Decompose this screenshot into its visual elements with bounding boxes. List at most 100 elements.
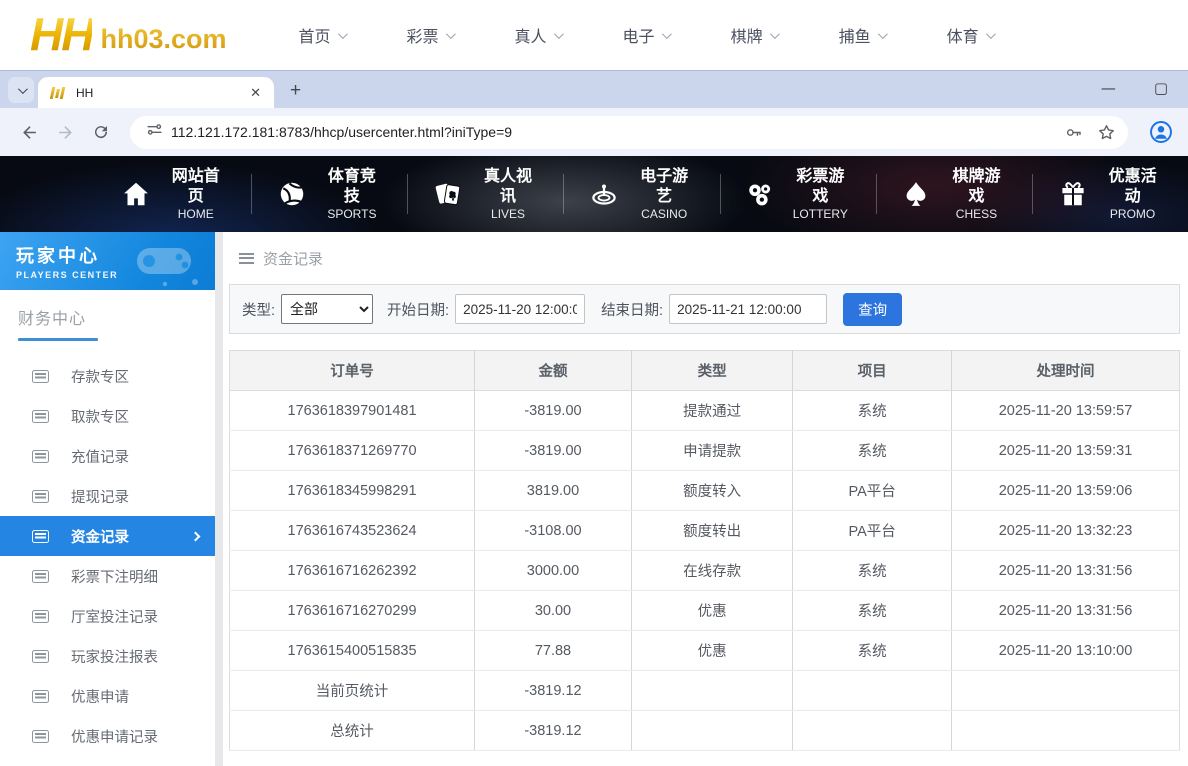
tab-search-button[interactable] (8, 77, 34, 103)
players-center-header: 玩家中心 PLAYERS CENTER (0, 232, 215, 290)
hero-nav-item[interactable]: 彩票游戏 LOTTERY (719, 168, 876, 221)
spade-icon (901, 178, 932, 210)
browser-toolbar: 112.121.172.181:8783/hhcp/usercenter.htm… (0, 108, 1188, 156)
bookmark-star-icon[interactable] (1097, 123, 1116, 142)
table-header-cell: 类型 (631, 350, 794, 391)
sidebar-menu-item[interactable]: 彩票下注明细 (0, 556, 215, 596)
amount-cell: -3819.12 (474, 710, 632, 751)
window-minimize-button[interactable]: — (1101, 79, 1116, 97)
sidebar-menu-item[interactable]: 提现记录 (0, 476, 215, 516)
sidebar-menu-item[interactable]: 资金记录 (0, 516, 215, 556)
hero-nav-item[interactable]: 网站首页 HOME (96, 168, 251, 221)
url-bar[interactable]: 112.121.172.181:8783/hhcp/usercenter.htm… (130, 115, 1128, 149)
gamepad-decoration-icon (137, 248, 198, 287)
roulette-icon (588, 178, 619, 210)
sidebar-menu-item[interactable]: 玩家投注报表 (0, 636, 215, 676)
table-row: 1763618397901481 -3819.00 提款通过 系统 2025-1… (229, 390, 1180, 431)
type-cell: 优惠 (631, 630, 794, 671)
tab-title: HH (76, 85, 94, 100)
chevron-right-icon (190, 531, 201, 541)
end-date-label: 结束日期: (601, 302, 664, 319)
hero-nav-item[interactable]: 棋牌游戏 CHESS (875, 168, 1032, 221)
top-nav-item-label: 首页 (298, 29, 331, 46)
logo-hh-text: HH (30, 8, 94, 61)
chevron-down-icon (769, 28, 780, 39)
item-cell (792, 710, 952, 751)
home-icon (120, 178, 151, 210)
window-controls: — ▢ (1101, 71, 1168, 105)
top-nav-item[interactable]: 体育 (946, 23, 996, 47)
top-nav-item-label: 体育 (946, 29, 979, 46)
player-bet-report-icon (32, 649, 49, 663)
new-tab-button[interactable]: + (284, 80, 307, 102)
item-cell: 系统 (792, 630, 952, 671)
order-number-cell: 当前页统计 (229, 670, 476, 711)
amount-cell: 77.88 (474, 630, 632, 671)
end-date-input[interactable] (669, 294, 828, 324)
top-nav-item[interactable]: 棋牌 (731, 23, 780, 47)
table-header-cell: 订单号 (229, 350, 476, 391)
top-nav-item[interactable]: 电子 (623, 23, 672, 47)
forward-button[interactable] (50, 117, 80, 147)
room-bet-record-icon (32, 609, 49, 623)
refresh-button[interactable] (86, 117, 116, 147)
funds-record-table: 订单号 金额 类型 项目 处理时间 1763618397901481 -3819.00 … (229, 350, 1180, 751)
sidebar-menu-item[interactable]: 充值记录 (0, 436, 215, 476)
sidebar-menu-item[interactable]: 取款专区 (0, 396, 215, 436)
back-button[interactable] (14, 117, 44, 147)
password-key-icon[interactable] (1064, 123, 1083, 142)
sidebar-menu-item[interactable]: 存款专区 (0, 356, 215, 396)
url-text[interactable]: 112.121.172.181:8783/hhcp/usercenter.htm… (171, 124, 1050, 140)
sidebar-menu-item[interactable]: 优惠申请记录 (0, 716, 215, 756)
funds-record-icon (32, 529, 49, 543)
chevron-down-icon (553, 28, 564, 39)
top-nav-item[interactable]: 真人 (515, 23, 564, 47)
search-button[interactable]: 查询 (843, 292, 903, 326)
sidebar-menu: 存款专区 取款专区 充值记录 提现记录 资金记录 彩票下注明细 厅室投注记录 玩… (0, 351, 215, 756)
hero-nav-label-zh: 网站首页 (171, 167, 220, 205)
table-row: 1763616716262392 3000.00 在线存款 系统 2025-11… (229, 550, 1180, 591)
content-scrollbar-gutter[interactable] (215, 232, 223, 766)
chevron-down-icon (877, 28, 888, 39)
chevron-down-icon (985, 28, 996, 39)
hero-nav-item[interactable]: 优惠活动 PROMO (1031, 168, 1188, 221)
browser-tab[interactable]: HH ✕ (38, 77, 274, 108)
order-number-cell: 1763618371269770 (229, 430, 476, 471)
top-nav-item[interactable]: 彩票 (406, 23, 456, 47)
hero-nav-label-zh: 优惠活动 (1108, 167, 1157, 205)
top-nav-item-label: 彩票 (406, 29, 439, 46)
tab-close-icon[interactable]: ✕ (245, 83, 266, 103)
top-nav-item[interactable]: 捕鱼 (839, 23, 888, 47)
table-row: 当前页统计 -3819.12 (229, 670, 1180, 711)
hero-nav-label-en: LOTTERY (792, 206, 848, 221)
order-number-cell: 总统计 (229, 710, 476, 751)
sidebar-menu-item[interactable]: 优惠申请 (0, 676, 215, 716)
site-logo[interactable]: HH hh03.com (30, 8, 227, 61)
sidebar-item-label: 提现记录 (71, 489, 129, 506)
time-cell: 2025-11-20 13:59:06 (951, 470, 1180, 511)
table-row: 1763615400515835 77.88 优惠 系统 2025-11-20 … (229, 630, 1180, 671)
time-cell: 2025-11-20 13:10:00 (951, 630, 1180, 671)
finance-section-heading: 财务中心 (0, 290, 215, 351)
hero-nav-item[interactable]: 体育竞技 SPORTS (251, 168, 407, 221)
window-maximize-button[interactable]: ▢ (1154, 79, 1168, 97)
hero-nav-label-en: LIVES (491, 206, 526, 221)
time-cell (951, 710, 1180, 751)
amount-cell: -3819.12 (474, 670, 632, 711)
type-cell: 申请提款 (631, 430, 794, 471)
finance-section-label: 财务中心 (18, 311, 87, 328)
hero-nav-item[interactable]: 真人视讯 LIVES (407, 168, 563, 221)
type-select[interactable]: 全部 (281, 294, 374, 324)
menu-hamburger-icon[interactable] (239, 252, 254, 264)
withdraw-zone-icon (32, 409, 49, 423)
sidebar-menu-item[interactable]: 厅室投注记录 (0, 596, 215, 636)
tab-favicon-icon (50, 86, 66, 100)
logo-domain-text: hh03.com (100, 23, 227, 54)
site-info-icon[interactable] (146, 121, 163, 143)
hero-nav-item[interactable]: 电子游艺 CASINO (563, 168, 719, 221)
start-date-label: 开始日期: (387, 302, 450, 319)
start-date-input[interactable] (455, 294, 586, 324)
recharge-record-icon (32, 449, 49, 463)
browser-profile-icon[interactable] (1148, 119, 1174, 145)
top-nav-item[interactable]: 首页 (298, 23, 348, 47)
